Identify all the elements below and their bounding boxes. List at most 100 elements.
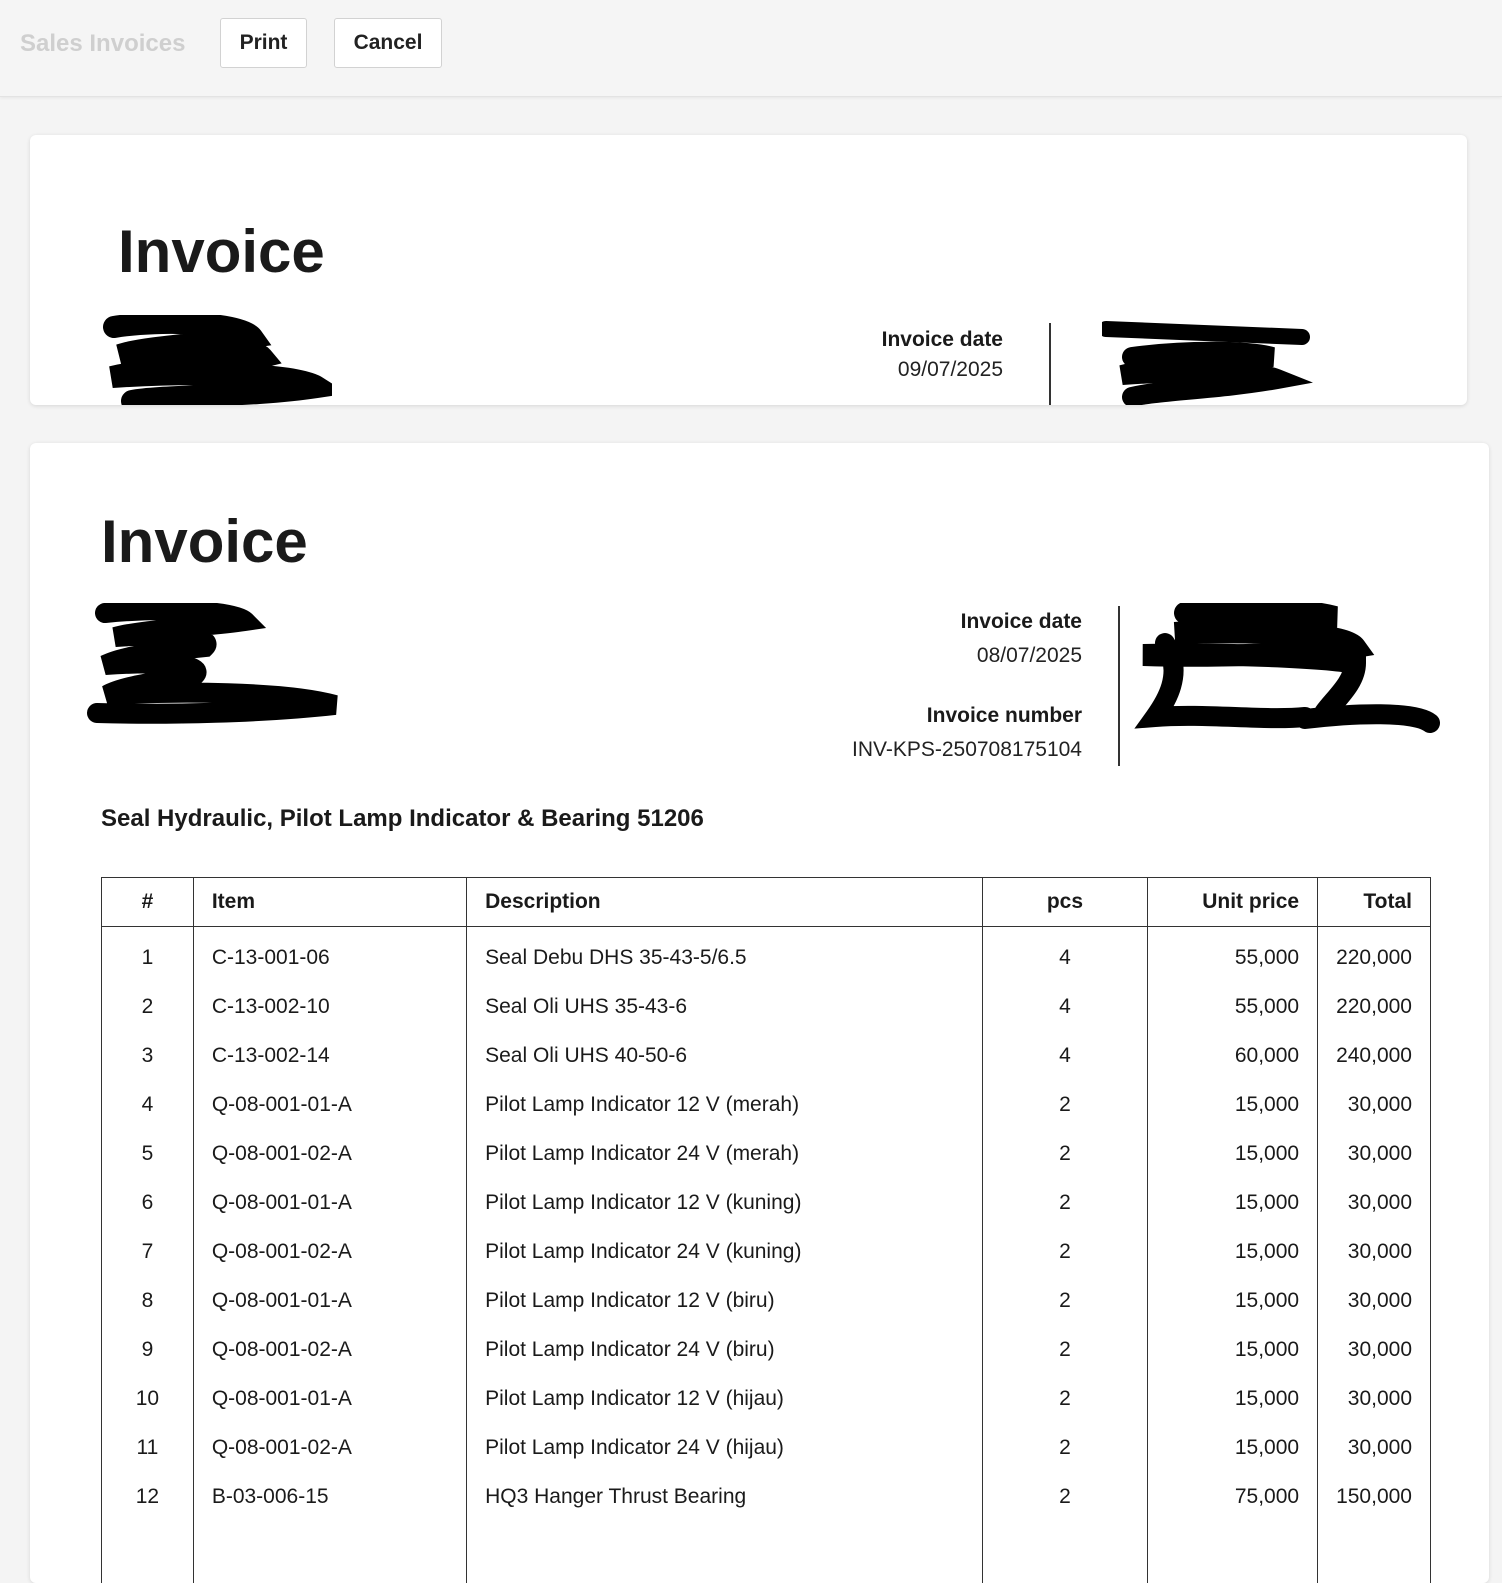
cancel-button[interactable]: Cancel [334,18,442,68]
row-total: 30,000 [1318,1080,1431,1129]
redacted-recipient-address [1125,603,1445,743]
table-row: 2C-13-002-10Seal Oli UHS 35-43-6455,0002… [102,982,1431,1031]
row-item-code: B-03-006-15 [193,1472,466,1521]
row-total: 220,000 [1318,982,1431,1031]
row-unit-price: 15,000 [1148,1325,1318,1374]
row-number: 2 [102,982,194,1031]
row-total: 30,000 [1318,1129,1431,1178]
invoice-preview-card: Invoice Invoice date 09/07/2025 [30,135,1467,405]
column-header-description: Description [467,878,982,927]
row-total: 150,000 [1318,1472,1431,1521]
table-row: 1C-13-001-06Seal Debu DHS 35-43-5/6.5455… [102,927,1431,983]
column-header-total: Total [1318,878,1431,927]
row-item-code: C-13-002-10 [193,982,466,1031]
row-quantity: 4 [982,1031,1148,1080]
row-description: Pilot Lamp Indicator 24 V (biru) [467,1325,982,1374]
table-row: 9Q-08-001-02-APilot Lamp Indicator 24 V … [102,1325,1431,1374]
invoice-date-value: 08/07/2025 [977,644,1082,668]
redacted-sender-address [102,315,332,405]
row-quantity: 2 [982,1178,1148,1227]
column-header-number: # [102,878,194,927]
invoice-items-table: # Item Description pcs Unit price Total … [101,877,1431,1583]
row-description: Seal Oli UHS 40-50-6 [467,1031,982,1080]
table-row: 12B-03-006-15HQ3 Hanger Thrust Bearing27… [102,1472,1431,1521]
row-unit-price: 60,000 [1148,1031,1318,1080]
invoice-items-body: 1C-13-001-06Seal Debu DHS 35-43-5/6.5455… [102,927,1431,1583]
row-quantity: 2 [982,1227,1148,1276]
row-number: 8 [102,1276,194,1325]
row-unit-price: 15,000 [1148,1178,1318,1227]
row-number: 7 [102,1227,194,1276]
row-total: 240,000 [1318,1031,1431,1080]
invoice-preview-date-value: 09/07/2025 [898,358,1003,382]
row-quantity: 2 [982,1129,1148,1178]
row-quantity: 2 [982,1472,1148,1521]
row-description: Pilot Lamp Indicator 24 V (merah) [467,1129,982,1178]
table-row: 7Q-08-001-02-APilot Lamp Indicator 24 V … [102,1227,1431,1276]
row-description: HQ3 Hanger Thrust Bearing [467,1472,982,1521]
row-item-code: Q-08-001-02-A [193,1423,466,1472]
row-total: 30,000 [1318,1227,1431,1276]
row-total: 30,000 [1318,1423,1431,1472]
app-title: Sales Invoices [20,30,185,58]
row-item-code: Q-08-001-02-A [193,1129,466,1178]
row-number: 5 [102,1129,194,1178]
empty-cell [1148,1521,1318,1583]
column-header-item: Item [193,878,466,927]
row-number: 11 [102,1423,194,1472]
invoice-number-label: Invoice number [927,704,1082,728]
table-filler-row [102,1521,1431,1583]
row-quantity: 4 [982,927,1148,983]
row-item-code: Q-08-001-01-A [193,1374,466,1423]
row-number: 12 [102,1472,194,1521]
divider [1118,606,1120,766]
row-total: 30,000 [1318,1276,1431,1325]
row-number: 9 [102,1325,194,1374]
table-row: 3C-13-002-14Seal Oli UHS 40-50-6460,0002… [102,1031,1431,1080]
row-unit-price: 15,000 [1148,1276,1318,1325]
row-item-code: Q-08-001-01-A [193,1080,466,1129]
column-header-unit-price: Unit price [1148,878,1318,927]
row-item-code: Q-08-001-01-A [193,1276,466,1325]
row-number: 6 [102,1178,194,1227]
empty-cell [982,1521,1148,1583]
row-quantity: 2 [982,1080,1148,1129]
row-unit-price: 15,000 [1148,1423,1318,1472]
row-quantity: 2 [982,1423,1148,1472]
invoice-subject: Seal Hydraulic, Pilot Lamp Indicator & B… [101,805,704,833]
redacted-recipient-address [1102,317,1317,405]
top-toolbar: Sales Invoices Print Cancel [0,0,1502,97]
row-description: Pilot Lamp Indicator 12 V (merah) [467,1080,982,1129]
row-item-code: C-13-002-14 [193,1031,466,1080]
row-description: Pilot Lamp Indicator 12 V (kuning) [467,1178,982,1227]
row-description: Seal Oli UHS 35-43-6 [467,982,982,1031]
row-unit-price: 55,000 [1148,927,1318,983]
row-description: Pilot Lamp Indicator 24 V (kuning) [467,1227,982,1276]
row-total: 30,000 [1318,1374,1431,1423]
row-number: 3 [102,1031,194,1080]
row-quantity: 2 [982,1374,1148,1423]
row-unit-price: 75,000 [1148,1472,1318,1521]
row-item-code: Q-08-001-01-A [193,1178,466,1227]
row-item-code: Q-08-001-02-A [193,1227,466,1276]
divider [1049,323,1051,405]
invoice-preview-title: Invoice [118,217,325,286]
empty-cell [467,1521,982,1583]
row-item-code: C-13-001-06 [193,927,466,983]
row-unit-price: 15,000 [1148,1080,1318,1129]
table-row: 6Q-08-001-01-APilot Lamp Indicator 12 V … [102,1178,1431,1227]
row-quantity: 2 [982,1276,1148,1325]
row-item-code: Q-08-001-02-A [193,1325,466,1374]
invoice-number-value: INV-KPS-250708175104 [852,738,1082,762]
row-unit-price: 15,000 [1148,1374,1318,1423]
invoice-title: Invoice [101,507,308,576]
row-description: Seal Debu DHS 35-43-5/6.5 [467,927,982,983]
table-row: 5Q-08-001-02-APilot Lamp Indicator 24 V … [102,1129,1431,1178]
print-button[interactable]: Print [220,18,307,68]
row-quantity: 2 [982,1325,1148,1374]
row-number: 10 [102,1374,194,1423]
invoice-preview-date-label: Invoice date [882,328,1003,352]
row-description: Pilot Lamp Indicator 24 V (hijau) [467,1423,982,1472]
table-header-row: # Item Description pcs Unit price Total [102,878,1431,927]
table-row: 8Q-08-001-01-APilot Lamp Indicator 12 V … [102,1276,1431,1325]
